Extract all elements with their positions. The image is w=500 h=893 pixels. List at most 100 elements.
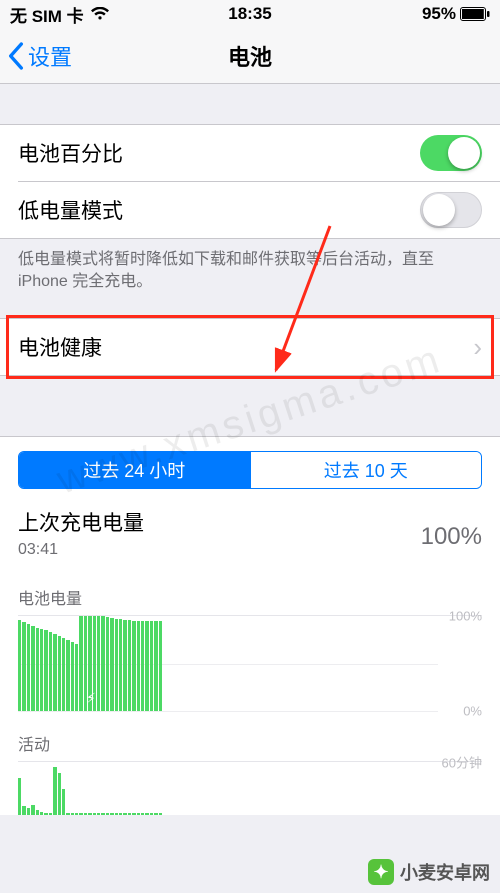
axis-100: 100%	[449, 609, 482, 624]
status-time: 18:35	[228, 4, 271, 24]
chart-bar	[27, 624, 30, 711]
chart-bar	[106, 813, 109, 815]
chart-bar	[31, 626, 34, 712]
status-bar: 无 SIM 卡 18:35 95%	[0, 0, 500, 28]
status-left: 无 SIM 卡	[10, 2, 110, 27]
chart-bar	[137, 621, 140, 711]
chart-bar	[22, 806, 25, 815]
chart-bar	[110, 618, 113, 711]
chart-bar	[44, 630, 47, 711]
battery-level-chart-box: 100% 0% ⚡︎	[18, 615, 482, 711]
chart-bar	[159, 813, 162, 815]
chart-bar	[71, 642, 74, 711]
battery-level-chart-title: 电池电量	[18, 585, 482, 609]
settings-group-2: 电池健康 ›	[0, 318, 500, 376]
battery-level-chart: 电池电量 100% 0% ⚡︎	[18, 559, 482, 711]
chart-bar	[79, 813, 82, 815]
chart-bar	[75, 644, 78, 711]
chart-bar	[93, 813, 96, 815]
last-charge-pct: 100%	[421, 507, 482, 551]
activity-chart-box: 60分钟	[18, 761, 482, 815]
battery-percentage-switch[interactable]	[420, 135, 482, 171]
chart-bar	[66, 813, 69, 815]
activity-chart: 活动 60分钟	[18, 711, 482, 815]
watermark-logo-icon: ✦	[368, 859, 394, 885]
chart-bar	[62, 789, 65, 816]
battery-icon	[460, 7, 490, 21]
battery-percent: 95%	[422, 4, 456, 24]
chart-bar	[66, 640, 69, 711]
wifi-icon	[90, 7, 110, 21]
chart-bar	[40, 812, 43, 816]
chart-bar	[154, 813, 157, 815]
low-power-label: 低电量模式	[18, 195, 123, 225]
watermark-corner-text: 小麦安卓网	[400, 859, 490, 885]
carrier-text: 无 SIM 卡	[10, 2, 84, 27]
chart-bar	[71, 813, 74, 815]
chart-bar	[101, 813, 104, 815]
chart-bar	[132, 813, 135, 815]
battery-health-label: 电池健康	[18, 332, 102, 362]
battery-percentage-cell[interactable]: 电池百分比	[0, 125, 500, 181]
chart-bar	[132, 621, 135, 711]
battery-health-cell[interactable]: 电池健康 ›	[0, 319, 500, 375]
low-power-switch[interactable]	[420, 192, 482, 228]
chart-bar	[128, 620, 131, 711]
chart-bar	[145, 621, 148, 711]
axis-60m: 60分钟	[442, 753, 482, 772]
chart-bar	[79, 616, 82, 711]
chart-bar	[84, 813, 87, 815]
activity-chart-title: 活动	[18, 731, 482, 755]
chart-bar	[58, 636, 61, 711]
chart-bar	[36, 810, 39, 815]
chart-bar	[119, 813, 122, 815]
low-power-footer: 低电量模式将暂时降低如下载和邮件获取等后台活动，直至 iPhone 完全充电。	[0, 239, 500, 292]
chart-bar	[27, 808, 30, 815]
chart-bar	[110, 813, 113, 815]
chart-bar	[18, 778, 21, 815]
back-button[interactable]: 设置	[8, 40, 72, 72]
chart-bar	[97, 616, 100, 711]
chart-bar	[75, 813, 78, 815]
chart-bar	[150, 813, 153, 815]
chart-bar	[36, 628, 39, 712]
chart-bar	[115, 619, 118, 711]
chart-bar	[119, 619, 122, 711]
chart-bar	[154, 621, 157, 711]
chart-bar	[123, 813, 126, 815]
chart-bar	[97, 813, 100, 815]
chart-bar	[40, 629, 43, 712]
time-range-segmented[interactable]: 过去 24 小时 过去 10 天	[18, 451, 482, 489]
chart-bar	[159, 621, 162, 711]
settings-group-1: 电池百分比 低电量模式	[0, 124, 500, 239]
chart-bar	[58, 773, 61, 815]
seg-10d[interactable]: 过去 10 天	[250, 452, 482, 488]
chart-bar	[141, 813, 144, 815]
chevron-left-icon	[8, 42, 24, 70]
chart-bar	[53, 634, 56, 711]
chart-bar	[31, 805, 34, 816]
chart-bar	[150, 621, 153, 711]
chart-bar	[44, 813, 47, 816]
chart-bar	[141, 621, 144, 711]
chevron-right-icon: ›	[473, 332, 482, 363]
seg-24h[interactable]: 过去 24 小时	[19, 452, 250, 488]
chart-bar	[115, 813, 118, 815]
chart-bar	[106, 617, 109, 711]
chart-bar	[18, 620, 21, 711]
chart-bar	[145, 813, 148, 815]
chart-bar	[62, 638, 65, 711]
chart-bar	[53, 767, 56, 816]
charging-bolt-icon: ⚡︎	[86, 690, 96, 707]
status-right: 95%	[422, 4, 490, 24]
chart-bar	[123, 620, 126, 711]
chart-bar	[101, 616, 104, 711]
low-power-cell[interactable]: 低电量模式	[0, 182, 500, 238]
battery-percentage-label: 电池百分比	[18, 138, 123, 168]
chart-bar	[49, 813, 52, 815]
watermark-corner: ✦ 小麦安卓网	[368, 859, 490, 885]
last-charge-time: 03:41	[18, 541, 144, 559]
last-charge-title: 上次充电电量	[18, 507, 144, 537]
page-title: 电池	[228, 40, 272, 72]
chart-bar	[137, 813, 140, 815]
